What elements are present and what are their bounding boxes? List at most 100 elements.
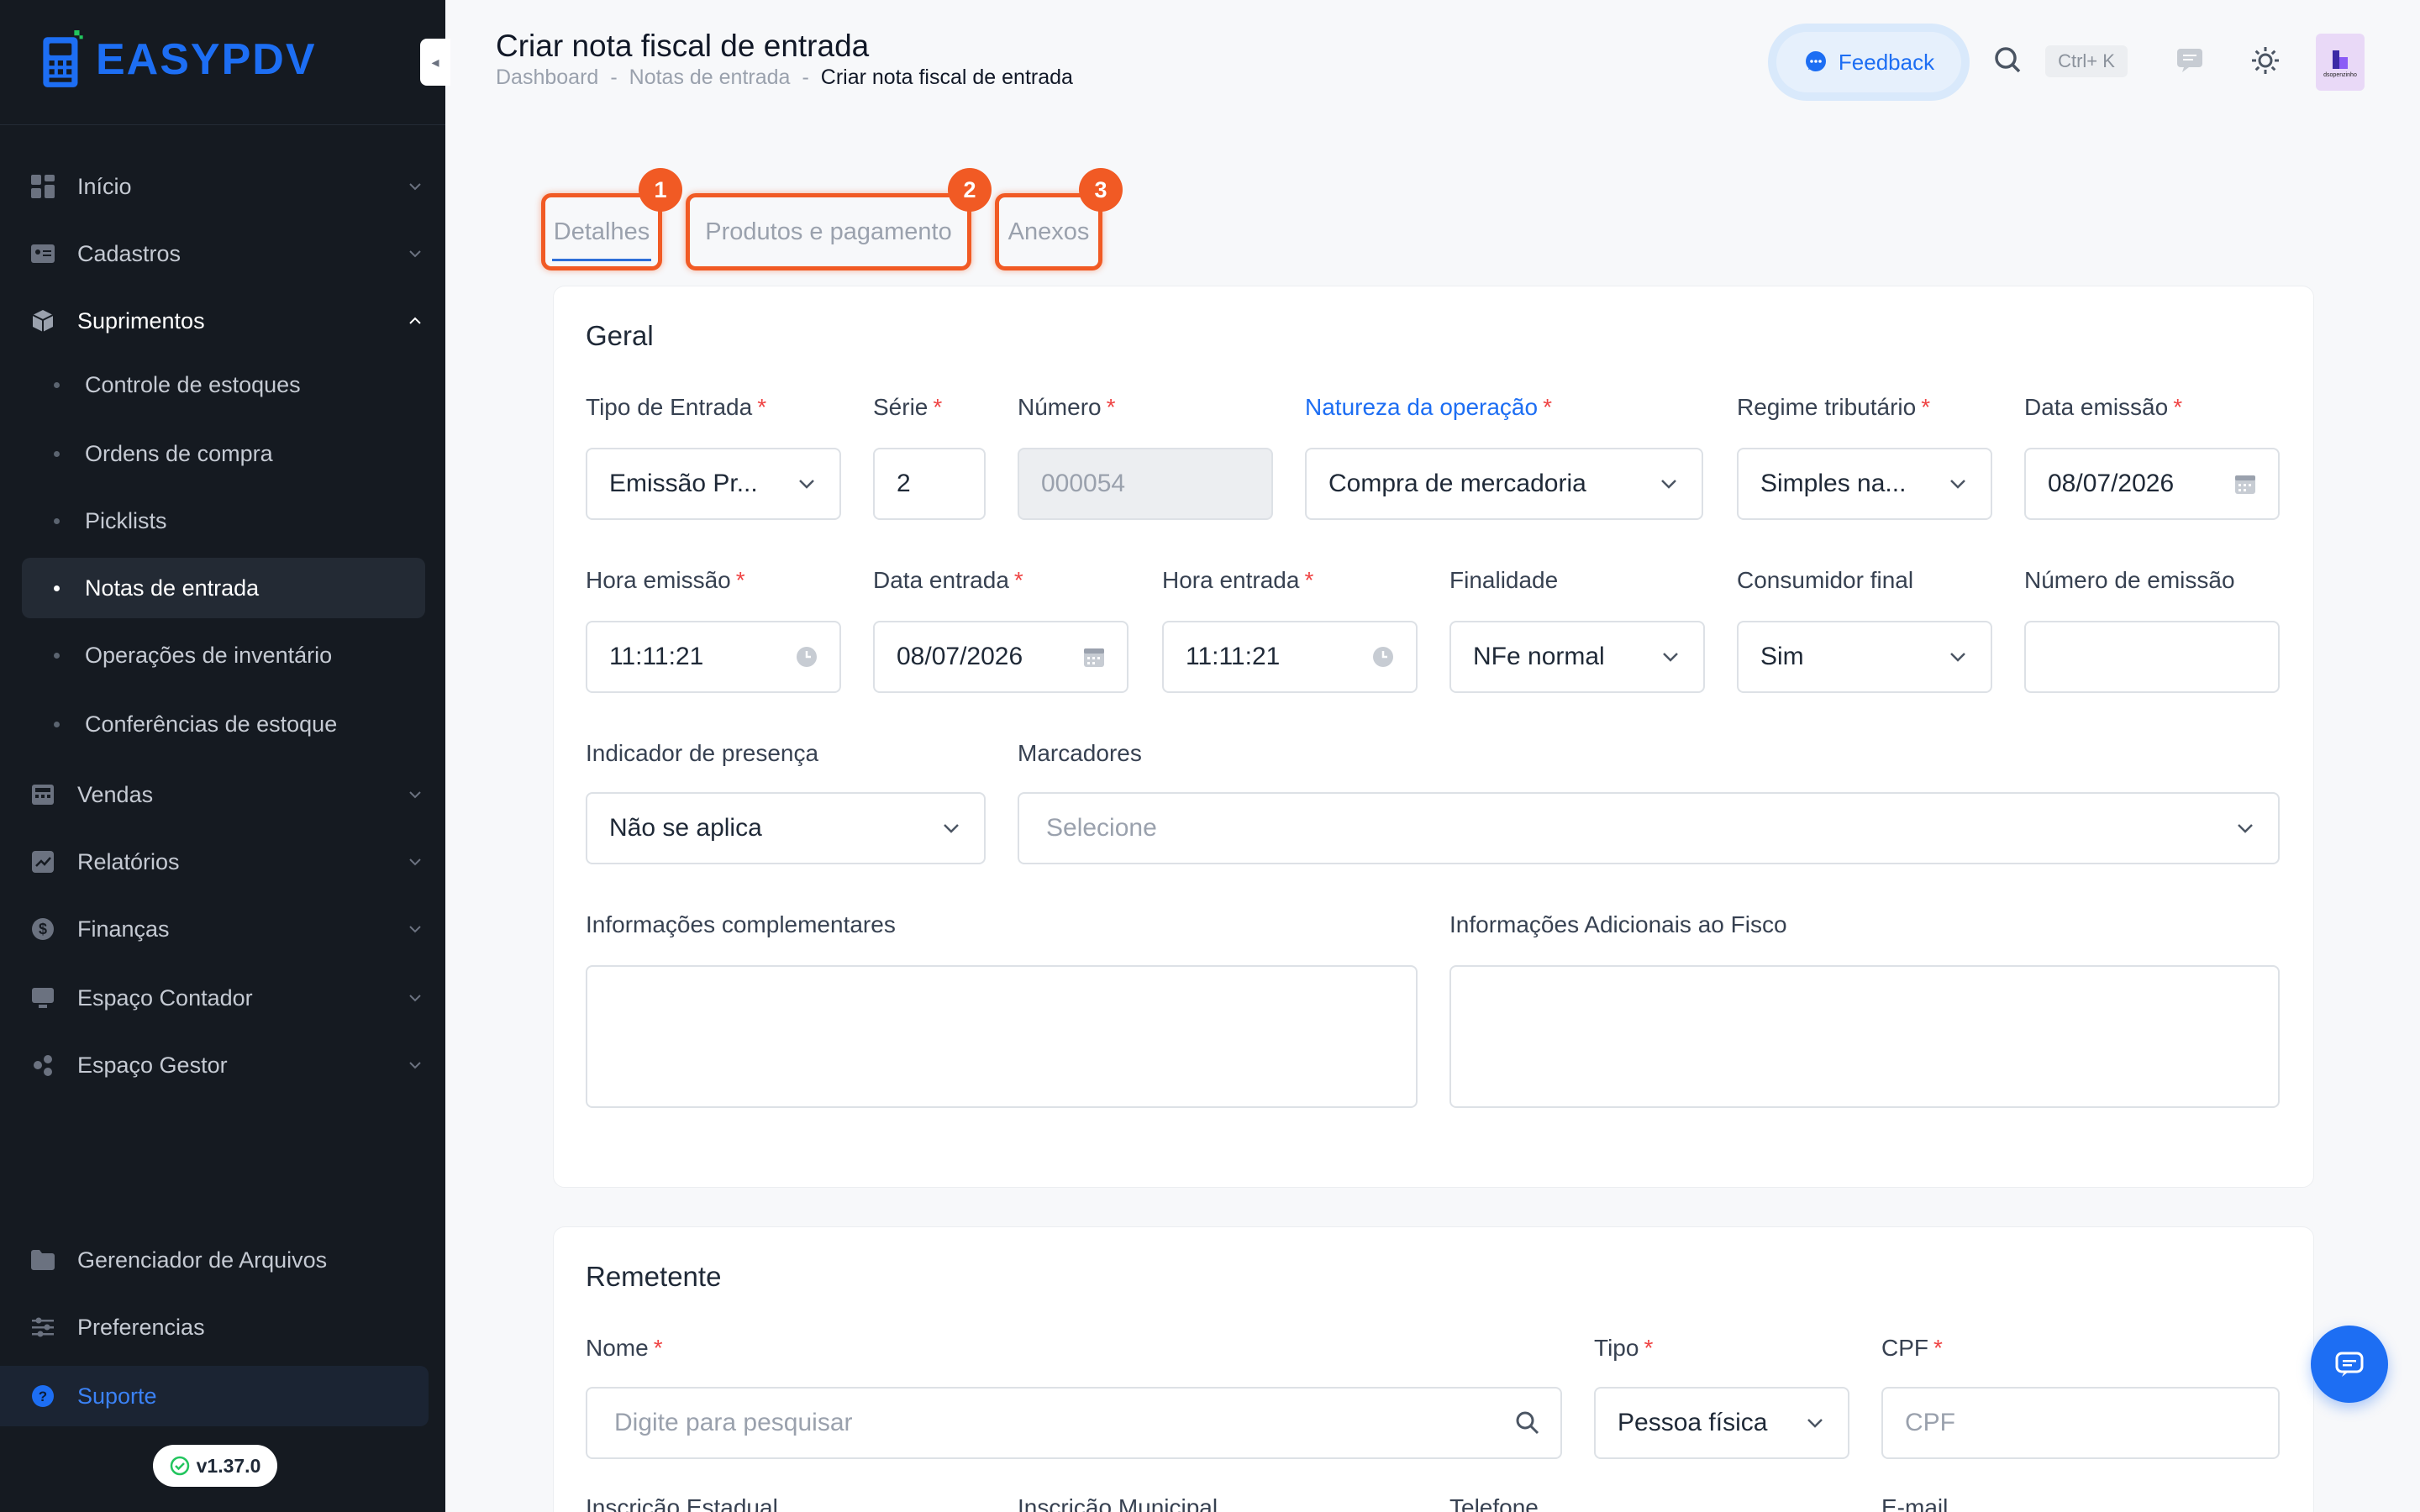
divider: [0, 124, 445, 125]
clock-icon[interactable]: [792, 643, 821, 671]
clock-icon[interactable]: [1369, 643, 1397, 671]
chevron-down-icon: [1944, 643, 1972, 671]
finalidade-select[interactable]: NFe normal: [1449, 621, 1705, 693]
version-badge: v1.37.0: [153, 1445, 277, 1487]
field-label: Marcadores: [1018, 740, 1142, 766]
sidebar-item-suporte[interactable]: ? Suporte: [0, 1366, 429, 1426]
chat-support-button[interactable]: [2311, 1326, 2388, 1403]
hora-entrada-input[interactable]: 11:11:21: [1162, 621, 1418, 693]
bullet-icon: [54, 381, 60, 388]
breadcrumb-separator: -: [802, 66, 809, 89]
serie-input[interactable]: 2: [873, 448, 986, 520]
sidebar-item-suprimentos[interactable]: Suprimentos: [22, 291, 425, 351]
field-label: Data emissão *: [2024, 394, 2183, 420]
field-label: Finalidade: [1449, 567, 1559, 593]
sidebar-subitem-controle-estoques[interactable]: Controle de estoques: [22, 354, 425, 415]
sidebar-item-label: Suprimentos: [77, 307, 205, 333]
sidebar-item-label: Cadastros: [77, 240, 182, 266]
sidebar-subitem-ordens-compra[interactable]: Ordens de compra: [22, 423, 425, 484]
informacoes-complementares-textarea[interactable]: [586, 965, 1418, 1108]
field-label: Data entrada *: [873, 567, 1023, 593]
logo-text: EASYPDV: [96, 35, 317, 84]
sidebar-item-preferencias[interactable]: Preferencias: [22, 1297, 425, 1357]
sidebar: EASYPDV ◂ Início Cadastros Suprimentos C…: [0, 0, 450, 1512]
sidebar-item-cadastros[interactable]: Cadastros: [22, 223, 425, 284]
avatar[interactable]: dsopenzinho: [2316, 34, 2365, 91]
sidebar-item-espaco-gestor[interactable]: Espaço Gestor: [22, 1035, 425, 1095]
sidebar-item-vendas[interactable]: Vendas: [22, 764, 425, 825]
indicador-presenca-select[interactable]: Não se aplica: [586, 792, 986, 864]
sidebar-item-gerenciador-arquivos[interactable]: Gerenciador de Arquivos: [22, 1230, 425, 1290]
sidebar-item-relatorios[interactable]: Relatórios: [22, 832, 425, 892]
tab-produtos-pagamento[interactable]: Produtos e pagamento: [686, 193, 971, 270]
sun-icon[interactable]: [2249, 44, 2282, 77]
field-label: Consumidor final: [1737, 567, 1914, 593]
sidebar-item-label: Vendas: [77, 781, 154, 807]
box-icon: [29, 307, 57, 335]
sidebar-item-label: Operações de inventário: [85, 642, 333, 668]
section-title: Remetente: [586, 1261, 722, 1292]
feedback-button[interactable]: Feedback: [1776, 32, 1961, 92]
sidebar-item-label: Finanças: [77, 916, 170, 942]
monitor-icon: [29, 984, 57, 1012]
sidebar-item-inicio[interactable]: Início: [22, 156, 425, 217]
data-entrada-input[interactable]: 08/07/2026: [873, 621, 1128, 693]
nome-search-input[interactable]: Digite para pesquisar: [586, 1387, 1562, 1459]
bullet-icon: [54, 585, 60, 591]
chevron-down-icon: [405, 244, 425, 264]
numero-emissao-input[interactable]: [2024, 621, 2280, 693]
chevron-down-icon: [792, 470, 821, 498]
sidebar-subitem-picklists[interactable]: Picklists: [22, 491, 425, 551]
field-label: Tipo de Entrada *: [586, 394, 767, 420]
search-icon: [1513, 1409, 1542, 1437]
tipo-entrada-select[interactable]: Emissão Pr...: [586, 448, 841, 520]
chevron-down-icon: [405, 852, 425, 872]
sidebar-item-espaco-contador[interactable]: Espaço Contador: [22, 968, 425, 1028]
consumidor-final-select[interactable]: Sim: [1737, 621, 1992, 693]
chevron-down-icon: [937, 814, 965, 843]
sidebar-subitem-notas-entrada[interactable]: Notas de entrada: [22, 558, 425, 618]
informacoes-fisco-textarea[interactable]: [1449, 965, 2280, 1108]
chevron-left-icon: ◂: [431, 53, 439, 71]
field-label: Hora entrada *: [1162, 567, 1314, 593]
sidebar-item-financas[interactable]: $ Finanças: [22, 899, 425, 959]
register-icon: [29, 780, 57, 809]
data-emissao-input[interactable]: 08/07/2026: [2024, 448, 2280, 520]
section-title: Geral: [586, 320, 654, 351]
marcadores-select[interactable]: Selecione: [1018, 792, 2280, 864]
breadcrumb-link-dashboard[interactable]: Dashboard: [496, 66, 598, 90]
search-icon[interactable]: [1991, 44, 2025, 77]
chevron-up-icon: [405, 311, 425, 331]
natureza-operacao-select[interactable]: Compra de mercadoria: [1305, 448, 1703, 520]
chevron-down-icon: [1944, 470, 1972, 498]
cpf-input[interactable]: CPF: [1881, 1387, 2280, 1459]
chart-icon: [29, 848, 57, 876]
feedback-label: Feedback: [1838, 49, 1935, 75]
active-tab-indicator: [552, 259, 651, 261]
breadcrumb-link-notas-entrada[interactable]: Notas de entrada: [629, 66, 791, 90]
chevron-down-icon: [405, 785, 425, 805]
regime-tributario-select[interactable]: Simples na...: [1737, 448, 1992, 520]
sidebar-subitem-operacoes-inventario[interactable]: Operações de inventário: [22, 625, 425, 685]
calendar-icon[interactable]: [2231, 470, 2260, 498]
tipo-pessoa-select[interactable]: Pessoa física: [1594, 1387, 1849, 1459]
logo[interactable]: EASYPDV: [39, 29, 317, 91]
sliders-icon: [29, 1313, 57, 1341]
chevron-down-icon: [405, 176, 425, 197]
collapse-sidebar-button[interactable]: ◂: [420, 39, 450, 86]
people-icon: [29, 1051, 57, 1079]
field-label: E-mail: [1881, 1494, 1949, 1512]
sidebar-item-label: Gerenciador de Arquivos: [77, 1247, 328, 1273]
chevron-down-icon: [405, 919, 425, 939]
sidebar-item-label: Notas de entrada: [85, 575, 260, 601]
message-icon[interactable]: [2173, 44, 2207, 77]
field-label: Regime tributário *: [1737, 394, 1931, 420]
feedback-button-wrap: Feedback: [1768, 24, 1970, 101]
sidebar-subitem-conferencias-estoque[interactable]: Conferências de estoque: [22, 694, 425, 754]
sidebar-item-label: Início: [77, 173, 132, 199]
geral-card: Geral Tipo de Entrada * Série * Número * Na…: [553, 286, 2314, 1188]
field-label-link[interactable]: Natureza da operação *: [1305, 394, 1552, 421]
calendar-icon[interactable]: [1080, 643, 1108, 671]
hora-emissao-input[interactable]: 11:11:21: [586, 621, 841, 693]
field-label: Informações Adicionais ao Fisco: [1449, 911, 1787, 937]
